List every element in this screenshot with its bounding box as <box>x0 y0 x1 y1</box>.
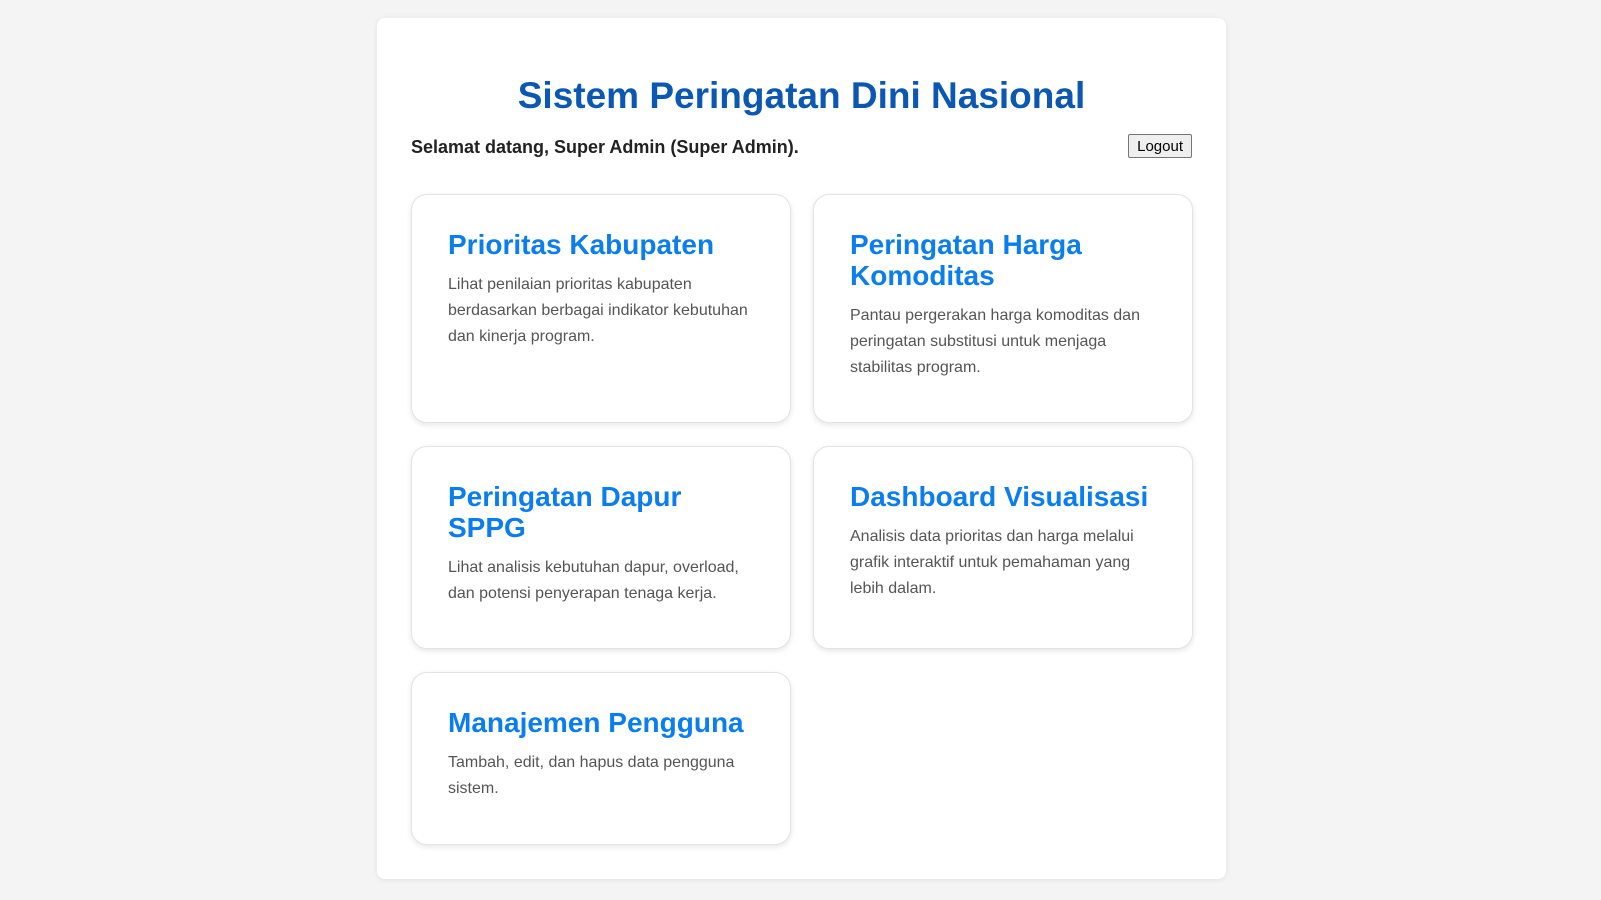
card-peringatan-harga-komoditas[interactable]: Peringatan Harga Komoditas Pantau perger… <box>813 194 1193 423</box>
card-peringatan-dapur-sppg[interactable]: Peringatan Dapur SPPG Lihat analisis keb… <box>411 446 791 649</box>
card-title: Peringatan Dapur SPPG <box>448 481 682 543</box>
card-description: Lihat analisis kebutuhan dapur, overload… <box>448 559 739 602</box>
main-container: Sistem Peringatan Dini Nasional Selamat … <box>377 18 1226 879</box>
card-title: Prioritas Kabupaten <box>448 229 715 260</box>
card-title: Dashboard Visualisasi <box>850 481 1149 512</box>
card-prioritas-kabupaten[interactable]: Prioritas Kabupaten Lihat penilaian prio… <box>411 194 791 423</box>
card-description: Pantau pergerakan harga komoditas dan pe… <box>850 307 1140 376</box>
welcome-message: Selamat datang, Super Admin (Super Admin… <box>411 137 799 157</box>
logout-button[interactable]: Logout <box>1128 134 1192 158</box>
card-title: Peringatan Harga Komoditas <box>850 229 1082 291</box>
card-title: Manajemen Pengguna <box>448 707 744 738</box>
page-title: Sistem Peringatan Dini Nasional <box>517 75 1086 116</box>
card-description: Analisis data prioritas dan harga melalu… <box>850 528 1134 597</box>
card-description: Tambah, edit, dan hapus data pengguna si… <box>448 754 735 797</box>
card-description: Lihat penilaian prioritas kabupaten berd… <box>448 276 748 345</box>
card-manajemen-pengguna[interactable]: Manajemen Pengguna Tambah, edit, dan hap… <box>411 672 791 845</box>
card-dashboard-visualisasi[interactable]: Dashboard Visualisasi Analisis data prio… <box>813 446 1193 649</box>
menu-card-grid: Prioritas Kabupaten Lihat penilaian prio… <box>411 194 1193 845</box>
